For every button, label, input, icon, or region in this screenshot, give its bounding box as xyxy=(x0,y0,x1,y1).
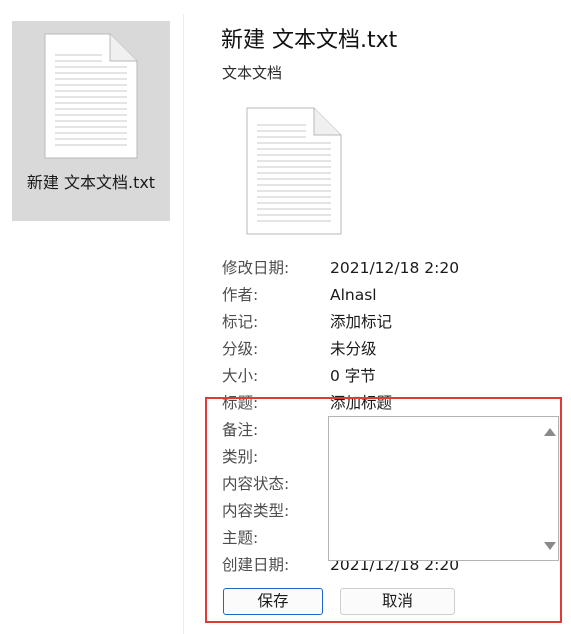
title-label: 标题: xyxy=(222,394,259,412)
tags-value[interactable]: 添加标记 xyxy=(330,311,392,333)
modified-date-value[interactable]: 2021/12/18 2:20 xyxy=(330,257,459,279)
text-file-icon xyxy=(44,33,138,159)
pane-divider xyxy=(183,14,184,634)
modified-date-label: 修改日期: xyxy=(222,259,290,277)
comments-scrollbar[interactable] xyxy=(540,417,558,560)
content-status-label: 内容状态: xyxy=(222,475,290,493)
scroll-down-arrow-icon[interactable] xyxy=(544,542,556,550)
details-file-title: 新建 文本文档.txt xyxy=(221,28,398,53)
content-type-label: 内容类型: xyxy=(222,502,290,520)
comments-textbox[interactable] xyxy=(328,416,559,561)
cancel-button[interactable]: 取消 xyxy=(340,588,455,615)
file-tile-name: 新建 文本文档.txt xyxy=(26,173,156,192)
comments-label: 备注: xyxy=(222,421,259,439)
comments-input[interactable] xyxy=(329,417,541,560)
save-button[interactable]: 保存 xyxy=(223,588,323,615)
author-value[interactable]: Alnasl xyxy=(330,284,377,306)
author-label: 作者: xyxy=(222,286,259,304)
created-date-label: 创建日期: xyxy=(222,556,290,574)
size-value: 0 字节 xyxy=(330,367,376,385)
details-file-type: 文本文档 xyxy=(222,64,283,82)
file-tile[interactable]: 新建 文本文档.txt xyxy=(12,21,170,221)
scroll-up-arrow-icon[interactable] xyxy=(544,428,556,436)
size-label: 大小: xyxy=(222,367,259,385)
title-value[interactable]: 添加标题 xyxy=(330,392,392,414)
text-file-icon xyxy=(246,107,342,235)
rating-label: 分级: xyxy=(222,340,259,358)
tags-label: 标记: xyxy=(222,313,259,331)
category-label: 类别: xyxy=(222,448,259,466)
subject-label: 主题: xyxy=(222,529,259,547)
rating-value[interactable]: 未分级 xyxy=(330,338,377,360)
